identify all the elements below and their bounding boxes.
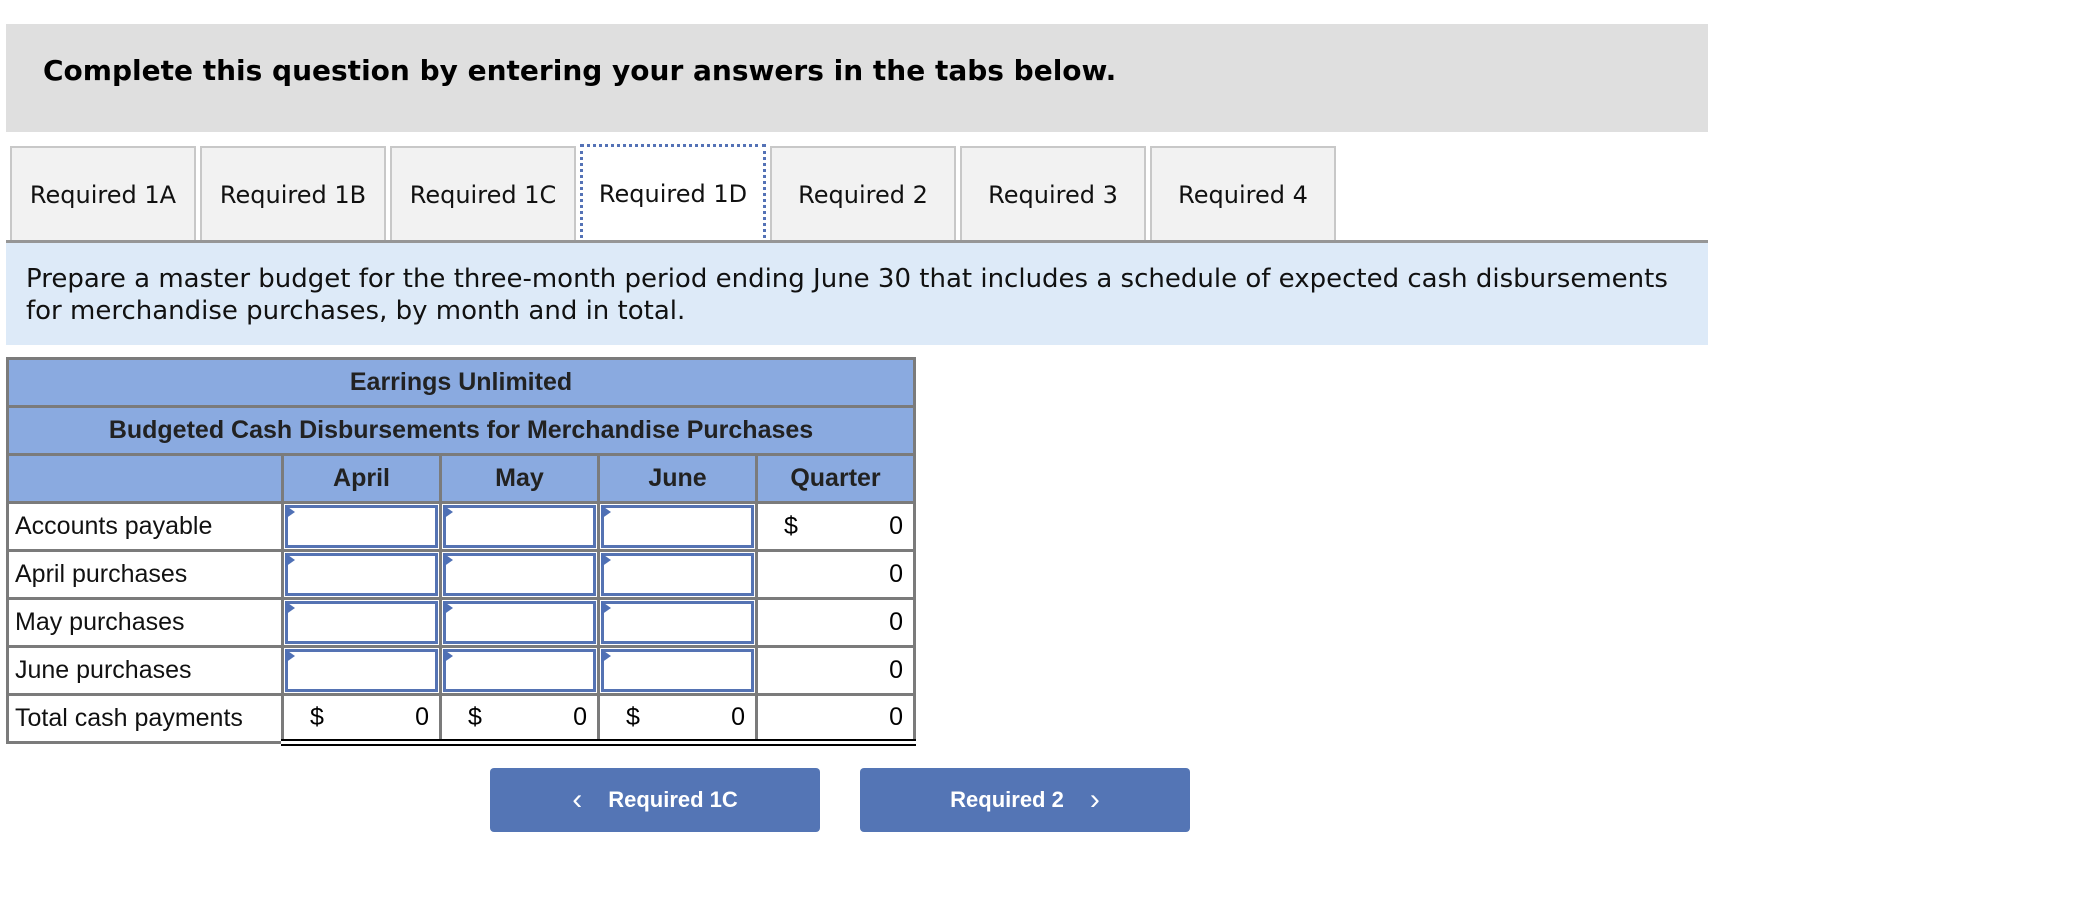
previous-tab-label: Required 1C (608, 787, 738, 812)
input-flag-icon (601, 601, 611, 615)
total-june-value: 0 (731, 703, 745, 731)
june-purchases-quarter: 0 (755, 645, 916, 696)
chevron-left-icon: ‹ (572, 783, 583, 816)
total-april: $0 (281, 693, 442, 746)
total-june: $0 (597, 693, 758, 746)
tab-required-1a[interactable]: Required 1A (10, 146, 196, 241)
table-row-april-purchases: April purchases 0 (6, 549, 916, 600)
tab-required-1c[interactable]: Required 1C (390, 146, 576, 241)
input-flag-icon (443, 505, 453, 519)
total-april-value: 0 (415, 703, 429, 731)
chevron-right-icon: › (1089, 783, 1100, 816)
previous-tab-button[interactable]: ‹ Required 1C (490, 768, 820, 832)
input-flag-icon (285, 601, 295, 615)
total-quarter: 0 (755, 693, 916, 746)
next-tab-button[interactable]: Required 2 › (860, 768, 1190, 832)
tab-required-3[interactable]: Required 3 (960, 146, 1146, 241)
tab-required-1b[interactable]: Required 1B (200, 146, 386, 241)
tab-required-4[interactable]: Required 4 (1150, 146, 1336, 241)
input-flag-icon (443, 649, 453, 663)
may-purchases-june-input[interactable] (601, 601, 754, 644)
total-may-value: 0 (573, 703, 587, 731)
april-purchases-april-input[interactable] (285, 553, 438, 596)
input-flag-icon (443, 601, 453, 615)
row-label: April purchases (6, 549, 284, 600)
april-purchases-may-input[interactable] (443, 553, 596, 596)
accounts-payable-quarter: $0 (755, 501, 916, 552)
june-purchases-june-input[interactable] (601, 649, 754, 692)
header-june: June (597, 453, 758, 504)
input-flag-icon (285, 649, 295, 663)
quarter-value: 0 (889, 512, 903, 540)
input-flag-icon (285, 505, 295, 519)
input-flag-icon (285, 553, 295, 567)
row-label: May purchases (6, 597, 284, 648)
currency-symbol: $ (310, 703, 324, 731)
cash-disbursements-table: Earrings Unlimited Budgeted Cash Disburs… (6, 357, 916, 746)
question-prompt: Prepare a master budget for the three-mo… (6, 243, 1708, 345)
june-purchases-may-input[interactable] (443, 649, 596, 692)
row-label: Accounts payable (6, 501, 284, 552)
header-may: May (439, 453, 600, 504)
accounts-payable-may-input[interactable] (443, 505, 596, 548)
table-title: Budgeted Cash Disbursements for Merchand… (6, 405, 916, 456)
table-row-accounts-payable: Accounts payable $0 (6, 501, 916, 552)
tab-required-2[interactable]: Required 2 (770, 146, 956, 241)
table-row-june-purchases: June purchases 0 (6, 645, 916, 696)
instructions-banner: Complete this question by entering your … (6, 24, 1708, 132)
input-flag-icon (601, 553, 611, 567)
table-row-total-cash-payments: Total cash payments $0 $0 $0 0 (6, 693, 916, 746)
input-flag-icon (601, 505, 611, 519)
tab-bar: Required 1A Required 1B Required 1C Requ… (10, 144, 1340, 244)
currency-symbol: $ (468, 703, 482, 731)
currency-symbol: $ (626, 703, 640, 731)
total-may: $0 (439, 693, 600, 746)
april-purchases-quarter: 0 (755, 549, 916, 600)
row-label: June purchases (6, 645, 284, 696)
accounts-payable-june-input[interactable] (601, 505, 754, 548)
input-flag-icon (443, 553, 453, 567)
input-flag-icon (601, 649, 611, 663)
header-april: April (281, 453, 442, 504)
tab-required-1d[interactable]: Required 1D (580, 144, 766, 244)
april-purchases-june-input[interactable] (601, 553, 754, 596)
header-blank (6, 453, 284, 504)
table-row-may-purchases: May purchases 0 (6, 597, 916, 648)
june-purchases-april-input[interactable] (285, 649, 438, 692)
currency-symbol: $ (784, 512, 798, 540)
row-label: Total cash payments (6, 693, 284, 744)
header-quarter: Quarter (755, 453, 916, 504)
company-name: Earrings Unlimited (6, 357, 916, 408)
may-purchases-may-input[interactable] (443, 601, 596, 644)
instructions-text: Complete this question by entering your … (43, 54, 1117, 87)
next-tab-label: Required 2 (950, 787, 1064, 812)
may-purchases-quarter: 0 (755, 597, 916, 648)
may-purchases-april-input[interactable] (285, 601, 438, 644)
accounts-payable-april-input[interactable] (285, 505, 438, 548)
